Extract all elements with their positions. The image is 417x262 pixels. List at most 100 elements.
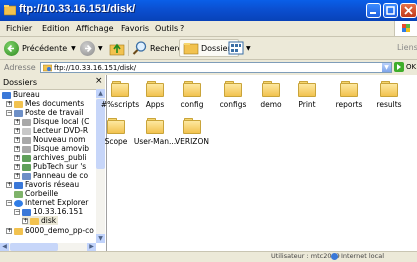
forward-dropdown-icon[interactable]: ▼ [98, 45, 103, 52]
network-drive-icon [22, 154, 31, 162]
tree-item-poste-de-travail[interactable]: − Poste de travail [6, 108, 83, 117]
menu-affichage[interactable]: Affichage [76, 24, 114, 33]
ftp-folder-icon [43, 64, 52, 72]
menu-help[interactable]: ? [180, 24, 184, 33]
go-label: OK [406, 63, 417, 71]
folders-pane-title: Dossiers [3, 78, 37, 87]
tree-item-panneau-de-configuration[interactable]: + Panneau de co [14, 171, 88, 180]
back-arrow-icon [4, 40, 19, 56]
tree-vertical-scrollbar[interactable]: ▲ ▼ [96, 89, 105, 243]
tree-item-disque-amovible[interactable]: + Disque amovib [14, 144, 89, 153]
minimize-icon [370, 12, 376, 14]
folder-window-icon [4, 5, 16, 16]
collapse-icon[interactable]: − [6, 200, 12, 206]
tree-item-ftp-server[interactable]: −10.33.16.151 [14, 207, 83, 216]
tree-item-nouveau-nom[interactable]: + Nouveau nom [14, 135, 85, 144]
address-input[interactable]: ftp://10.33.16.151/disk/ ▼ [40, 62, 392, 73]
tree-item-archives-publi[interactable]: + archives_publi [14, 153, 87, 162]
back-label: Précédente [22, 43, 68, 53]
folder-icon [298, 81, 316, 97]
folder-icon [183, 81, 201, 97]
internet-zone-icon [331, 253, 338, 260]
hscrollbar-thumb[interactable] [10, 243, 58, 251]
tree-item-lecteur-dvd[interactable]: + Lecteur DVD-R [14, 126, 88, 135]
expand-icon[interactable]: + [6, 182, 12, 188]
views-icon [228, 41, 244, 55]
dvd-drive-icon [22, 127, 31, 135]
back-dropdown-icon[interactable]: ▼ [71, 45, 76, 52]
go-arrow-icon [394, 62, 404, 72]
tree-horizontal-scrollbar[interactable]: ◀ ▶ [0, 243, 96, 251]
expand-icon[interactable]: + [14, 146, 20, 152]
search-icon [132, 41, 147, 55]
ftp-folder-icon [30, 217, 39, 225]
links-label[interactable]: Liens [397, 43, 417, 52]
tree-item-disque-local[interactable]: + Disque local (C [14, 117, 89, 126]
desktop-icon [2, 91, 11, 99]
folder-icon [146, 81, 164, 97]
collapse-icon[interactable]: − [6, 110, 12, 116]
tree-item-mes-documents[interactable]: + Mes documents [6, 99, 84, 108]
menu-outils[interactable]: Outils [155, 24, 178, 33]
collapse-icon[interactable]: − [14, 209, 20, 215]
expand-icon[interactable]: + [6, 228, 12, 234]
expand-icon[interactable]: + [14, 119, 20, 125]
removable-drive-icon [22, 145, 31, 153]
tree-item-corbeille[interactable]: Corbeille [14, 189, 58, 198]
folder-item[interactable]: VERIZON [170, 118, 214, 146]
menu-favoris[interactable]: Favoris [121, 24, 149, 33]
network-places-icon [14, 181, 23, 189]
views-button[interactable]: ▼ [228, 39, 251, 57]
tree-item-internet-explorer[interactable]: − Internet Explorer [6, 198, 88, 207]
folder-item[interactable]: results [367, 81, 411, 109]
scroll-right-icon[interactable]: ▶ [87, 243, 96, 251]
scroll-left-icon[interactable]: ◀ [0, 243, 9, 251]
folder-icon [340, 81, 358, 97]
forward-button[interactable]: ▼ [80, 39, 103, 57]
forward-arrow-icon [80, 40, 95, 56]
minimize-button[interactable] [366, 3, 381, 18]
title-bar: ftp://10.33.16.151/disk/ [0, 0, 417, 21]
expand-icon[interactable]: + [14, 173, 20, 179]
up-folder-button[interactable] [109, 39, 125, 57]
views-dropdown-icon: ▼ [246, 44, 251, 52]
go-button[interactable]: OK [394, 62, 416, 72]
computer-icon [14, 109, 23, 117]
folders-icon [183, 43, 199, 55]
folder-item[interactable]: reports [327, 81, 371, 109]
tree-item-bureau[interactable]: Bureau [2, 90, 40, 99]
control-panel-icon [22, 172, 31, 180]
back-button[interactable]: Précédente ▼ [4, 39, 76, 57]
tree-item-disk[interactable]: + disk [22, 216, 59, 225]
folder-icon [14, 227, 23, 235]
folder-item[interactable]: Scope [94, 118, 138, 146]
window-title: ftp://10.33.16.151/disk/ [19, 3, 136, 15]
tree-item-favoris-reseau[interactable]: + Favoris réseau [6, 180, 79, 189]
folder-item[interactable]: config [170, 81, 214, 109]
expand-icon[interactable]: + [22, 218, 28, 224]
address-dropdown-icon[interactable]: ▼ [382, 63, 391, 72]
folder-icon [224, 81, 242, 97]
scroll-down-icon[interactable]: ▼ [96, 234, 105, 243]
expand-icon[interactable]: + [6, 101, 12, 107]
file-list: #%scripts Apps config configs demo Print… [101, 75, 417, 251]
expand-icon[interactable]: + [14, 155, 20, 161]
tree-item-pubtech[interactable]: + PubTech sur 's [14, 162, 86, 171]
expand-icon[interactable]: + [14, 137, 20, 143]
menu-edition[interactable]: Edition [42, 24, 70, 33]
internet-explorer-icon [14, 199, 23, 207]
close-button[interactable] [400, 3, 417, 18]
folder-label: Scope [104, 137, 128, 146]
expand-icon[interactable]: + [14, 128, 20, 134]
folder-icon [107, 118, 125, 134]
tree-item-6000-demo[interactable]: +6000_demo_pp-co [6, 226, 94, 235]
windows-logo-icon [394, 21, 417, 36]
menu-fichier[interactable]: Fichier [6, 24, 32, 33]
maximize-button[interactable] [383, 3, 398, 18]
folder-label: VERIZON [175, 137, 209, 146]
folder-tree: Bureau + Mes documents − Poste de travail … [0, 89, 96, 249]
network-drive-icon [22, 163, 31, 171]
folder-label: reports [335, 100, 363, 109]
expand-icon[interactable]: + [14, 164, 20, 170]
folder-item[interactable]: Print [285, 81, 329, 109]
